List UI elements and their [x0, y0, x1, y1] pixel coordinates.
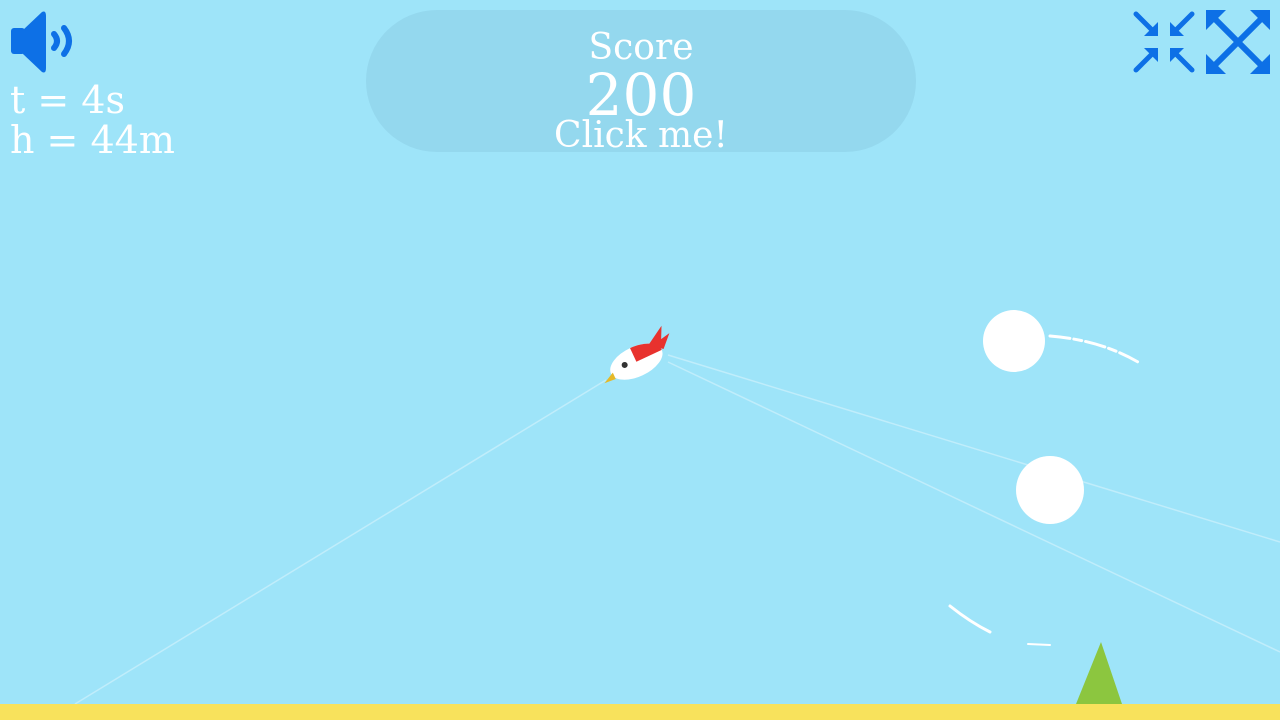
- score-panel-button[interactable]: Score 200 Click me!: [366, 10, 916, 156]
- height-readout: h = 44m: [10, 118, 175, 162]
- wind-streak: [948, 604, 992, 634]
- tree: [1076, 642, 1122, 704]
- flight-stats: t = 4s h = 44m: [10, 80, 175, 160]
- white-ball: [1016, 456, 1084, 524]
- time-readout: t = 4s: [10, 78, 125, 122]
- click-me-label: Click me!: [554, 115, 728, 156]
- exit-fullscreen-icon[interactable]: [1130, 8, 1198, 76]
- ground-strip: [0, 704, 1280, 720]
- white-ball: [983, 310, 1045, 372]
- bird-player: [604, 325, 670, 384]
- close-icon[interactable]: [1204, 8, 1272, 76]
- wind-streak: [1048, 334, 1140, 364]
- wind-streak: [1027, 643, 1051, 646]
- trajectory-line: [667, 361, 1280, 653]
- trajectory-line: [74, 379, 607, 705]
- trajectory-line: [667, 354, 1280, 543]
- speaker-volume-icon[interactable]: [8, 8, 78, 76]
